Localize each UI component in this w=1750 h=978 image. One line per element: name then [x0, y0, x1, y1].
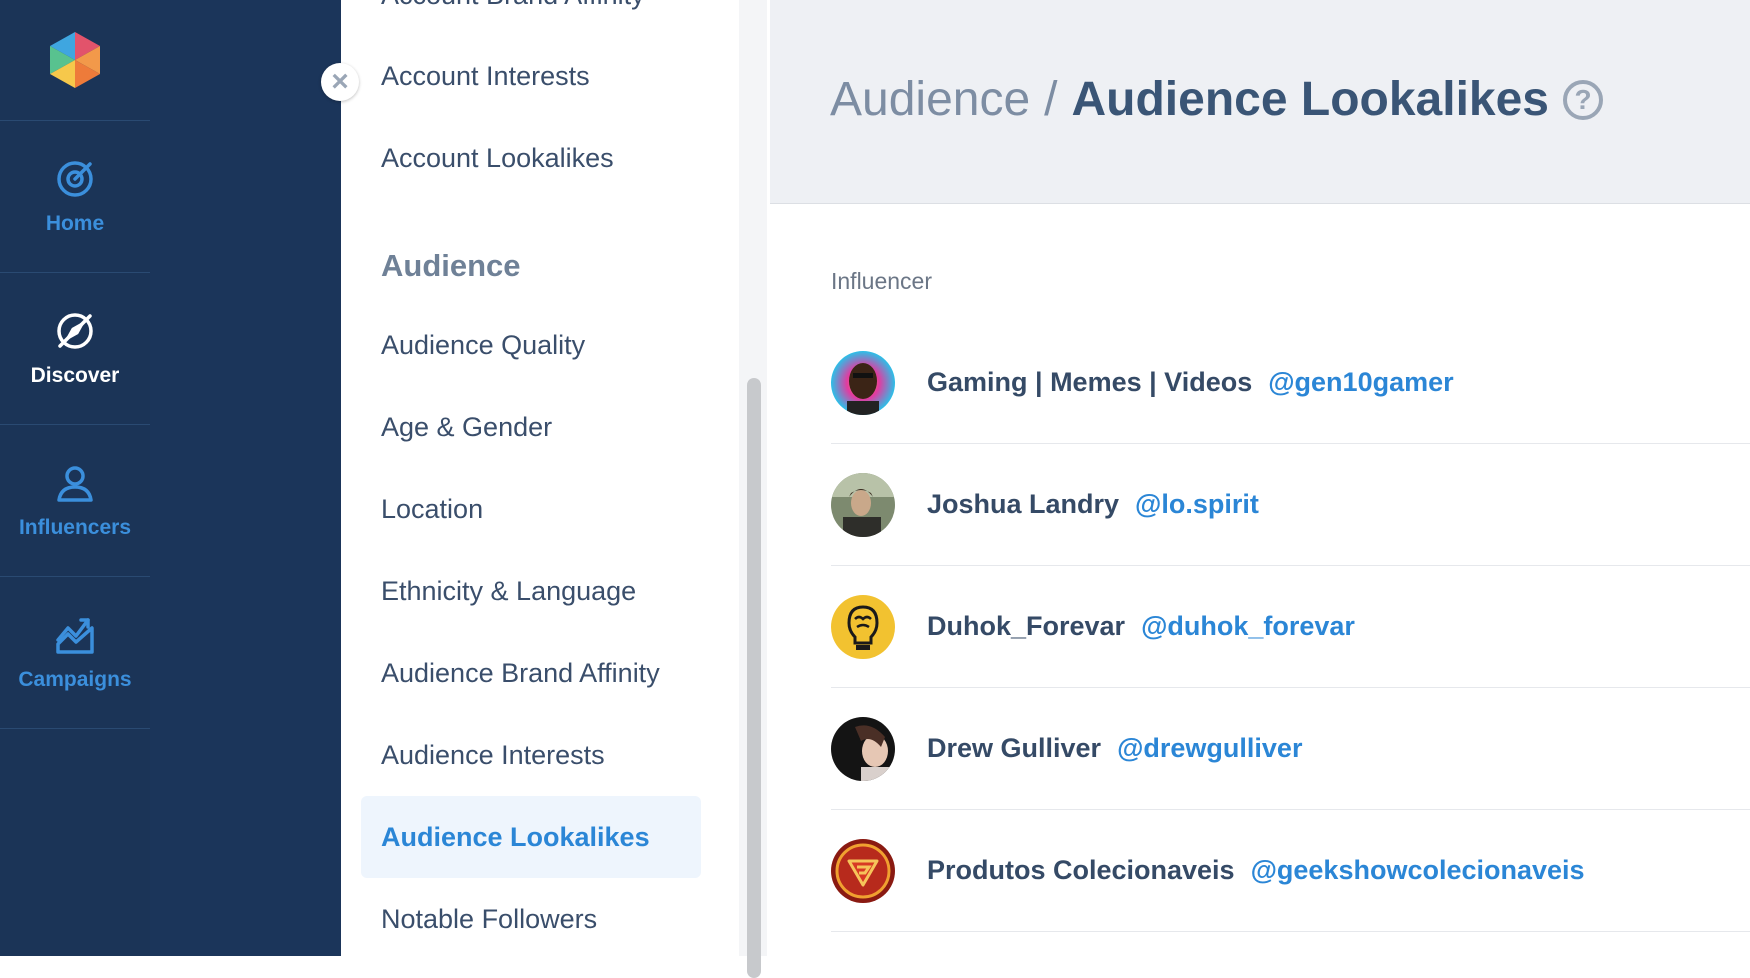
table-row[interactable]: Gaming | Memes | Videos @gen10gamer — [831, 322, 1750, 444]
table-row[interactable]: Produtos Colecionaveis @geekshowcolecion… — [831, 810, 1750, 932]
help-icon[interactable]: ? — [1563, 79, 1603, 120]
avatar — [831, 838, 895, 903]
avatar — [831, 350, 895, 415]
breadcrumb-separator: / — [1044, 73, 1058, 126]
influencer-handle[interactable]: @geekshowcolecionaveis — [1251, 855, 1585, 886]
submenu-account-lookalikes[interactable]: Account Lookalikes — [361, 117, 701, 199]
influencer-name: Duhok_Forevar — [927, 611, 1126, 641]
submenu-audience-interests[interactable]: Audience Interests — [361, 714, 701, 796]
chart-icon — [56, 617, 94, 654]
main-content: Influencer Gaming | Memes | Videos @gen1… — [770, 204, 1750, 956]
influencer-handle[interactable]: @drewgulliver — [1117, 733, 1302, 764]
submenu-location[interactable]: Location — [361, 468, 701, 550]
table-row[interactable]: Joshua Landry @lo.spirit — [831, 444, 1750, 566]
submenu-audience-brand-affinity[interactable]: Audience Brand Affinity — [361, 632, 701, 714]
submenu-account-brand-affinity[interactable]: Account Brand Affinity — [361, 0, 701, 36]
target-icon — [57, 160, 93, 197]
submenu-section-audience: Audience — [381, 248, 521, 283]
table-row[interactable]: Duhok_Forevar @duhok_forevar — [831, 566, 1750, 688]
breadcrumb: Audience / Audience Lookalikes ? — [830, 72, 1603, 127]
compass-icon — [57, 312, 93, 349]
secondary-rail — [150, 0, 341, 956]
submenu-account-interests[interactable]: Account Interests — [361, 35, 701, 117]
table-row[interactable]: Drew Gulliver @drewgulliver — [831, 688, 1750, 810]
nav-campaigns[interactable]: Campaigns — [0, 577, 150, 729]
nav-influencers[interactable]: Influencers — [0, 425, 150, 577]
breadcrumb-parent[interactable]: Audience — [830, 72, 1030, 127]
hexagon-logo-icon — [50, 32, 100, 88]
nav-discover[interactable]: Discover — [0, 273, 150, 425]
nav-rail: Home Discover Influencers Campaigns — [0, 0, 150, 956]
nav-discover-label: Discover — [30, 363, 120, 387]
submenu-scrollbar-thumb[interactable] — [747, 378, 761, 978]
avatar — [831, 472, 895, 537]
nav-home-label: Home — [45, 211, 105, 235]
nav-campaigns-label: Campaigns — [18, 667, 132, 691]
submenu-audience-lookalikes[interactable]: Audience Lookalikes — [361, 796, 701, 878]
avatar — [831, 716, 895, 781]
person-icon — [57, 465, 93, 502]
logo[interactable] — [0, 0, 150, 121]
influencer-name: Joshua Landry — [927, 489, 1120, 519]
influencer-handle[interactable]: @lo.spirit — [1135, 489, 1259, 520]
submenu-age-gender[interactable]: Age & Gender — [361, 386, 701, 468]
influencer-handle[interactable]: @duhok_forevar — [1141, 611, 1355, 642]
page-header: Audience / Audience Lookalikes ? — [770, 0, 1750, 204]
influencer-name: Gaming | Memes | Videos — [927, 367, 1253, 397]
influencer-name: Drew Gulliver — [927, 733, 1102, 763]
nav-influencers-label: Influencers — [18, 515, 132, 539]
submenu-notable-followers[interactable]: Notable Followers — [361, 878, 701, 956]
avatar — [831, 594, 895, 659]
nav-home[interactable]: Home — [0, 121, 150, 273]
influencer-handle[interactable]: @gen10gamer — [1268, 367, 1453, 398]
influencer-name: Produtos Colecionaveis — [927, 855, 1235, 885]
submenu-audience-quality[interactable]: Audience Quality — [361, 304, 701, 386]
column-label-influencer: Influencer — [831, 268, 933, 294]
submenu-panel: Account Brand Affinity Account Interests… — [341, 0, 740, 956]
close-submenu-button[interactable]: × — [321, 63, 359, 101]
close-icon: × — [331, 65, 349, 98]
page-title: Audience Lookalikes — [1071, 73, 1550, 126]
submenu-ethnicity-language[interactable]: Ethnicity & Language — [361, 550, 701, 632]
